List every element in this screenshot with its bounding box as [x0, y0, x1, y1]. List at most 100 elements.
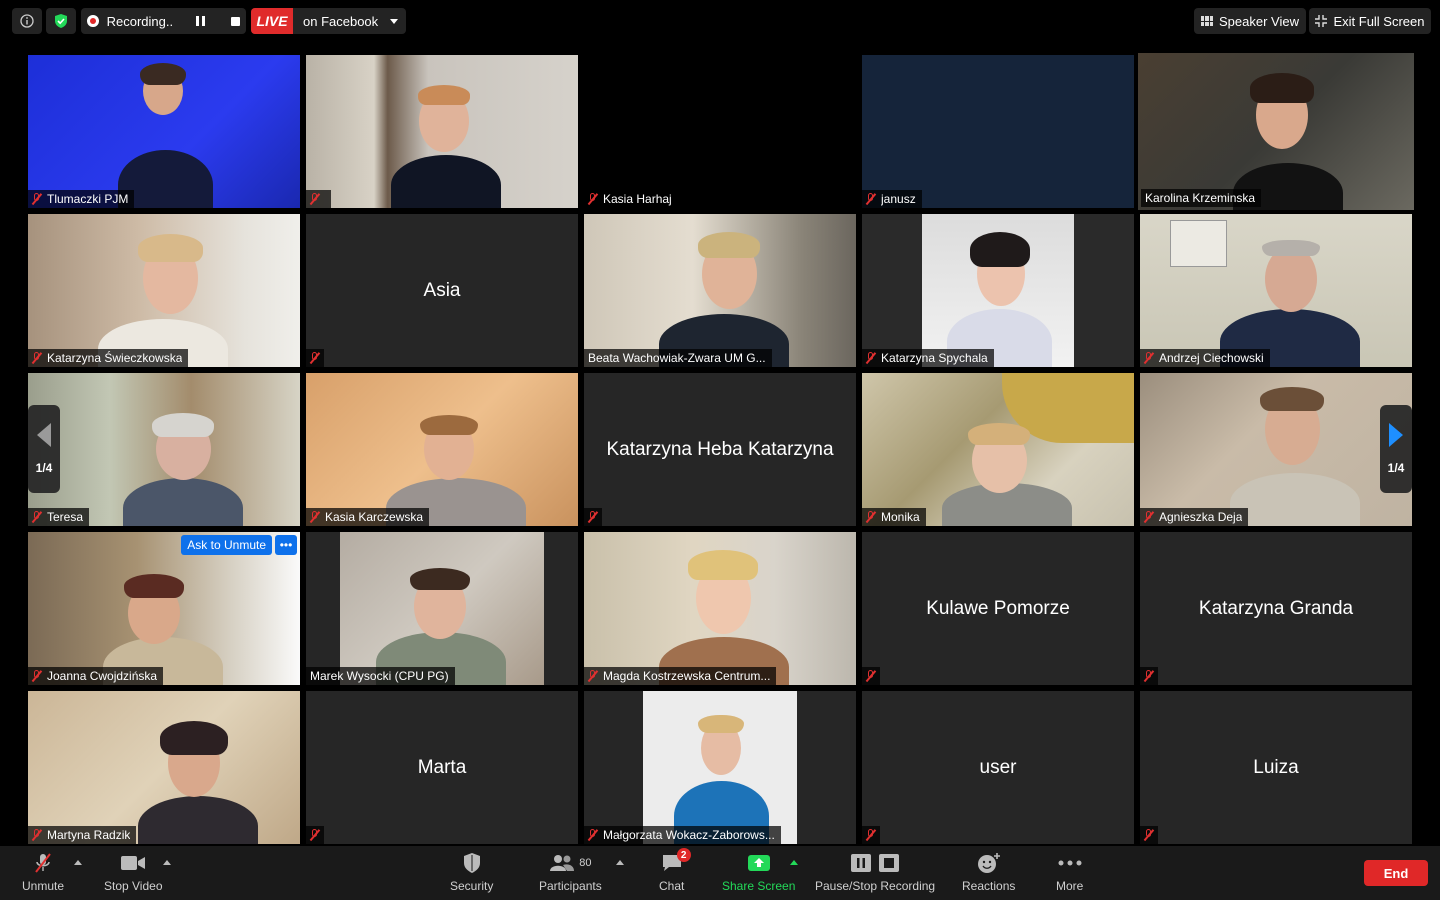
participant-tile[interactable]: Katarzyna Świeczkowska	[28, 214, 300, 367]
participant-tile[interactable]: Asia	[306, 214, 578, 367]
muted-mic-icon	[866, 511, 876, 523]
info-icon	[20, 14, 34, 28]
participant-tile[interactable]: user	[862, 691, 1134, 844]
participant-name-tag: janusz	[862, 190, 922, 208]
participant-tile[interactable]: Kulawe Pomorze	[862, 532, 1134, 685]
participant-tile[interactable]: Beata Wachowiak-Zwara UM G...	[584, 214, 856, 367]
previous-page-button[interactable]: 1/4	[28, 405, 60, 493]
muted-mic-icon	[32, 511, 42, 523]
participant-name-tag: Teresa	[28, 508, 90, 526]
exit-full-screen-button[interactable]: Exit Full Screen	[1309, 8, 1431, 34]
participant-tile[interactable]: Ask to Unmute ••• Joanna Cwojdzińska	[28, 532, 300, 685]
chat-unread-badge: 2	[676, 848, 691, 862]
participant-name-tag: Katarzyna Świeczkowska	[28, 349, 189, 367]
unmute-button[interactable]: Unmute	[22, 852, 64, 893]
reactions-button[interactable]: Reactions	[962, 852, 1015, 893]
participant-tile[interactable]: Małgorzata Wokacz-Zaborows...	[584, 691, 856, 844]
shield-icon	[463, 853, 480, 873]
muted-mic-icon	[1144, 352, 1154, 364]
participant-tile[interactable]: Marta	[306, 691, 578, 844]
video-camera-icon	[121, 856, 146, 870]
muted-mic-icon	[1144, 670, 1154, 682]
participant-tile[interactable]: Magda Kostrzewska Centrum...	[584, 532, 856, 685]
speaker-view-label: Speaker View	[1219, 13, 1299, 29]
participant-tile[interactable]: Agnieszka Deja	[1140, 373, 1412, 526]
muted-mic-icon	[32, 829, 42, 841]
ask-to-unmute-button[interactable]: Ask to Unmute	[181, 535, 272, 555]
exit-full-screen-label: Exit Full Screen	[1333, 13, 1425, 29]
audio-options-caret[interactable]	[74, 860, 82, 865]
stop-video-button[interactable]: Stop Video	[104, 852, 163, 893]
participant-tile[interactable]: Katarzyna Granda	[1140, 532, 1412, 685]
live-target-label: on Facebook	[303, 13, 379, 29]
participant-name-tag	[862, 826, 880, 844]
chat-button[interactable]: 2 Chat	[659, 848, 691, 893]
participant-name-tag	[306, 826, 324, 844]
muted-mic-icon	[310, 193, 320, 205]
security-label: Security	[450, 879, 494, 893]
participant-name-tag: Karolina Krzeminska	[1141, 189, 1262, 207]
participant-name-tag	[306, 190, 331, 208]
more-label: More	[1056, 879, 1084, 893]
participant-tile[interactable]	[306, 55, 578, 208]
muted-mic-icon	[32, 193, 42, 205]
participant-name-tag: Magda Kostrzewska Centrum...	[584, 667, 777, 685]
speaker-view-button[interactable]: Speaker View	[1194, 8, 1306, 34]
participants-options-caret[interactable]	[616, 860, 624, 865]
muted-mic-icon	[32, 352, 42, 364]
participant-display-name: Katarzyna Heba Katarzyna	[606, 438, 834, 460]
participant-display-name: user	[979, 756, 1017, 778]
participant-display-name: Kulawe Pomorze	[926, 597, 1070, 619]
participant-name-tag: Agnieszka Deja	[1140, 508, 1249, 526]
pause-stop-recording-label: Pause/Stop Recording	[815, 879, 936, 893]
participant-name-tag: Monika	[862, 508, 926, 526]
end-meeting-button[interactable]: End	[1364, 860, 1428, 886]
pause-stop-recording-button[interactable]: Pause/Stop Recording	[815, 852, 935, 893]
participant-name-tag	[584, 508, 602, 526]
participant-tile[interactable]: Martyna Radzik	[28, 691, 300, 844]
participant-tile[interactable]: Katarzyna Heba Katarzyna	[584, 373, 856, 526]
more-button[interactable]: More	[1056, 852, 1083, 893]
participant-tile[interactable]: Andrzej Ciechowski	[1140, 214, 1412, 367]
page-indicator: 1/4	[35, 461, 53, 475]
chat-label: Chat	[659, 879, 685, 893]
participant-tile[interactable]: janusz	[862, 55, 1134, 208]
muted-mic-icon	[32, 670, 42, 682]
participant-tile[interactable]: Tlumaczki PJM	[28, 55, 300, 208]
active-speaker-tile[interactable]: Karolina Krzeminska	[1138, 53, 1414, 210]
stop-recording-icon[interactable]	[231, 16, 240, 26]
participant-name-tag: Kasia Harhaj	[584, 190, 678, 208]
participant-tile[interactable]: Luiza	[1140, 691, 1412, 844]
participant-tile[interactable]: Kasia Harhaj	[584, 55, 856, 208]
pause-recording-icon[interactable]	[196, 16, 206, 26]
stop-icon	[879, 854, 900, 872]
participant-tile[interactable]: Katarzyna Spychala	[862, 214, 1134, 367]
live-stream-dropdown[interactable]: LIVE on Facebook	[251, 8, 406, 34]
arrow-left-icon	[37, 423, 51, 447]
next-page-button[interactable]: 1/4	[1380, 405, 1412, 493]
muted-mic-icon	[310, 511, 320, 523]
participant-display-name: Marta	[417, 756, 467, 778]
muted-mic-icon	[866, 193, 876, 205]
participant-name-tag: Tlumaczki PJM	[28, 190, 135, 208]
meeting-controls-toolbar: Unmute Stop Video Security 80 Participan…	[0, 846, 1440, 900]
participant-name-tag: Beata Wachowiak-Zwara UM G...	[584, 349, 772, 367]
share-screen-button[interactable]: Share Screen	[722, 852, 795, 893]
participant-tile[interactable]: Teresa	[28, 373, 300, 526]
participants-button[interactable]: 80 Participants	[539, 852, 602, 893]
participant-tile[interactable]: Marek Wysocki (CPU PG)	[306, 532, 578, 685]
exit-fullscreen-icon	[1315, 15, 1328, 27]
video-options-caret[interactable]	[163, 860, 171, 865]
unmute-label: Unmute	[22, 879, 65, 893]
participant-tile[interactable]: Monika	[862, 373, 1134, 526]
meeting-info-button[interactable]	[12, 8, 42, 34]
share-options-caret[interactable]	[790, 860, 798, 865]
meeting-top-bar: Recording... LIVE on Facebook Speaker Vi…	[0, 0, 1440, 44]
recording-indicator: Recording...	[81, 8, 246, 34]
muted-mic-icon	[866, 670, 876, 682]
participant-tile[interactable]: Kasia Karczewska	[306, 373, 578, 526]
encryption-button[interactable]	[46, 8, 76, 34]
participant-name-tag	[1140, 826, 1158, 844]
security-button[interactable]: Security	[450, 852, 493, 893]
tile-more-options-button[interactable]: •••	[275, 535, 297, 555]
